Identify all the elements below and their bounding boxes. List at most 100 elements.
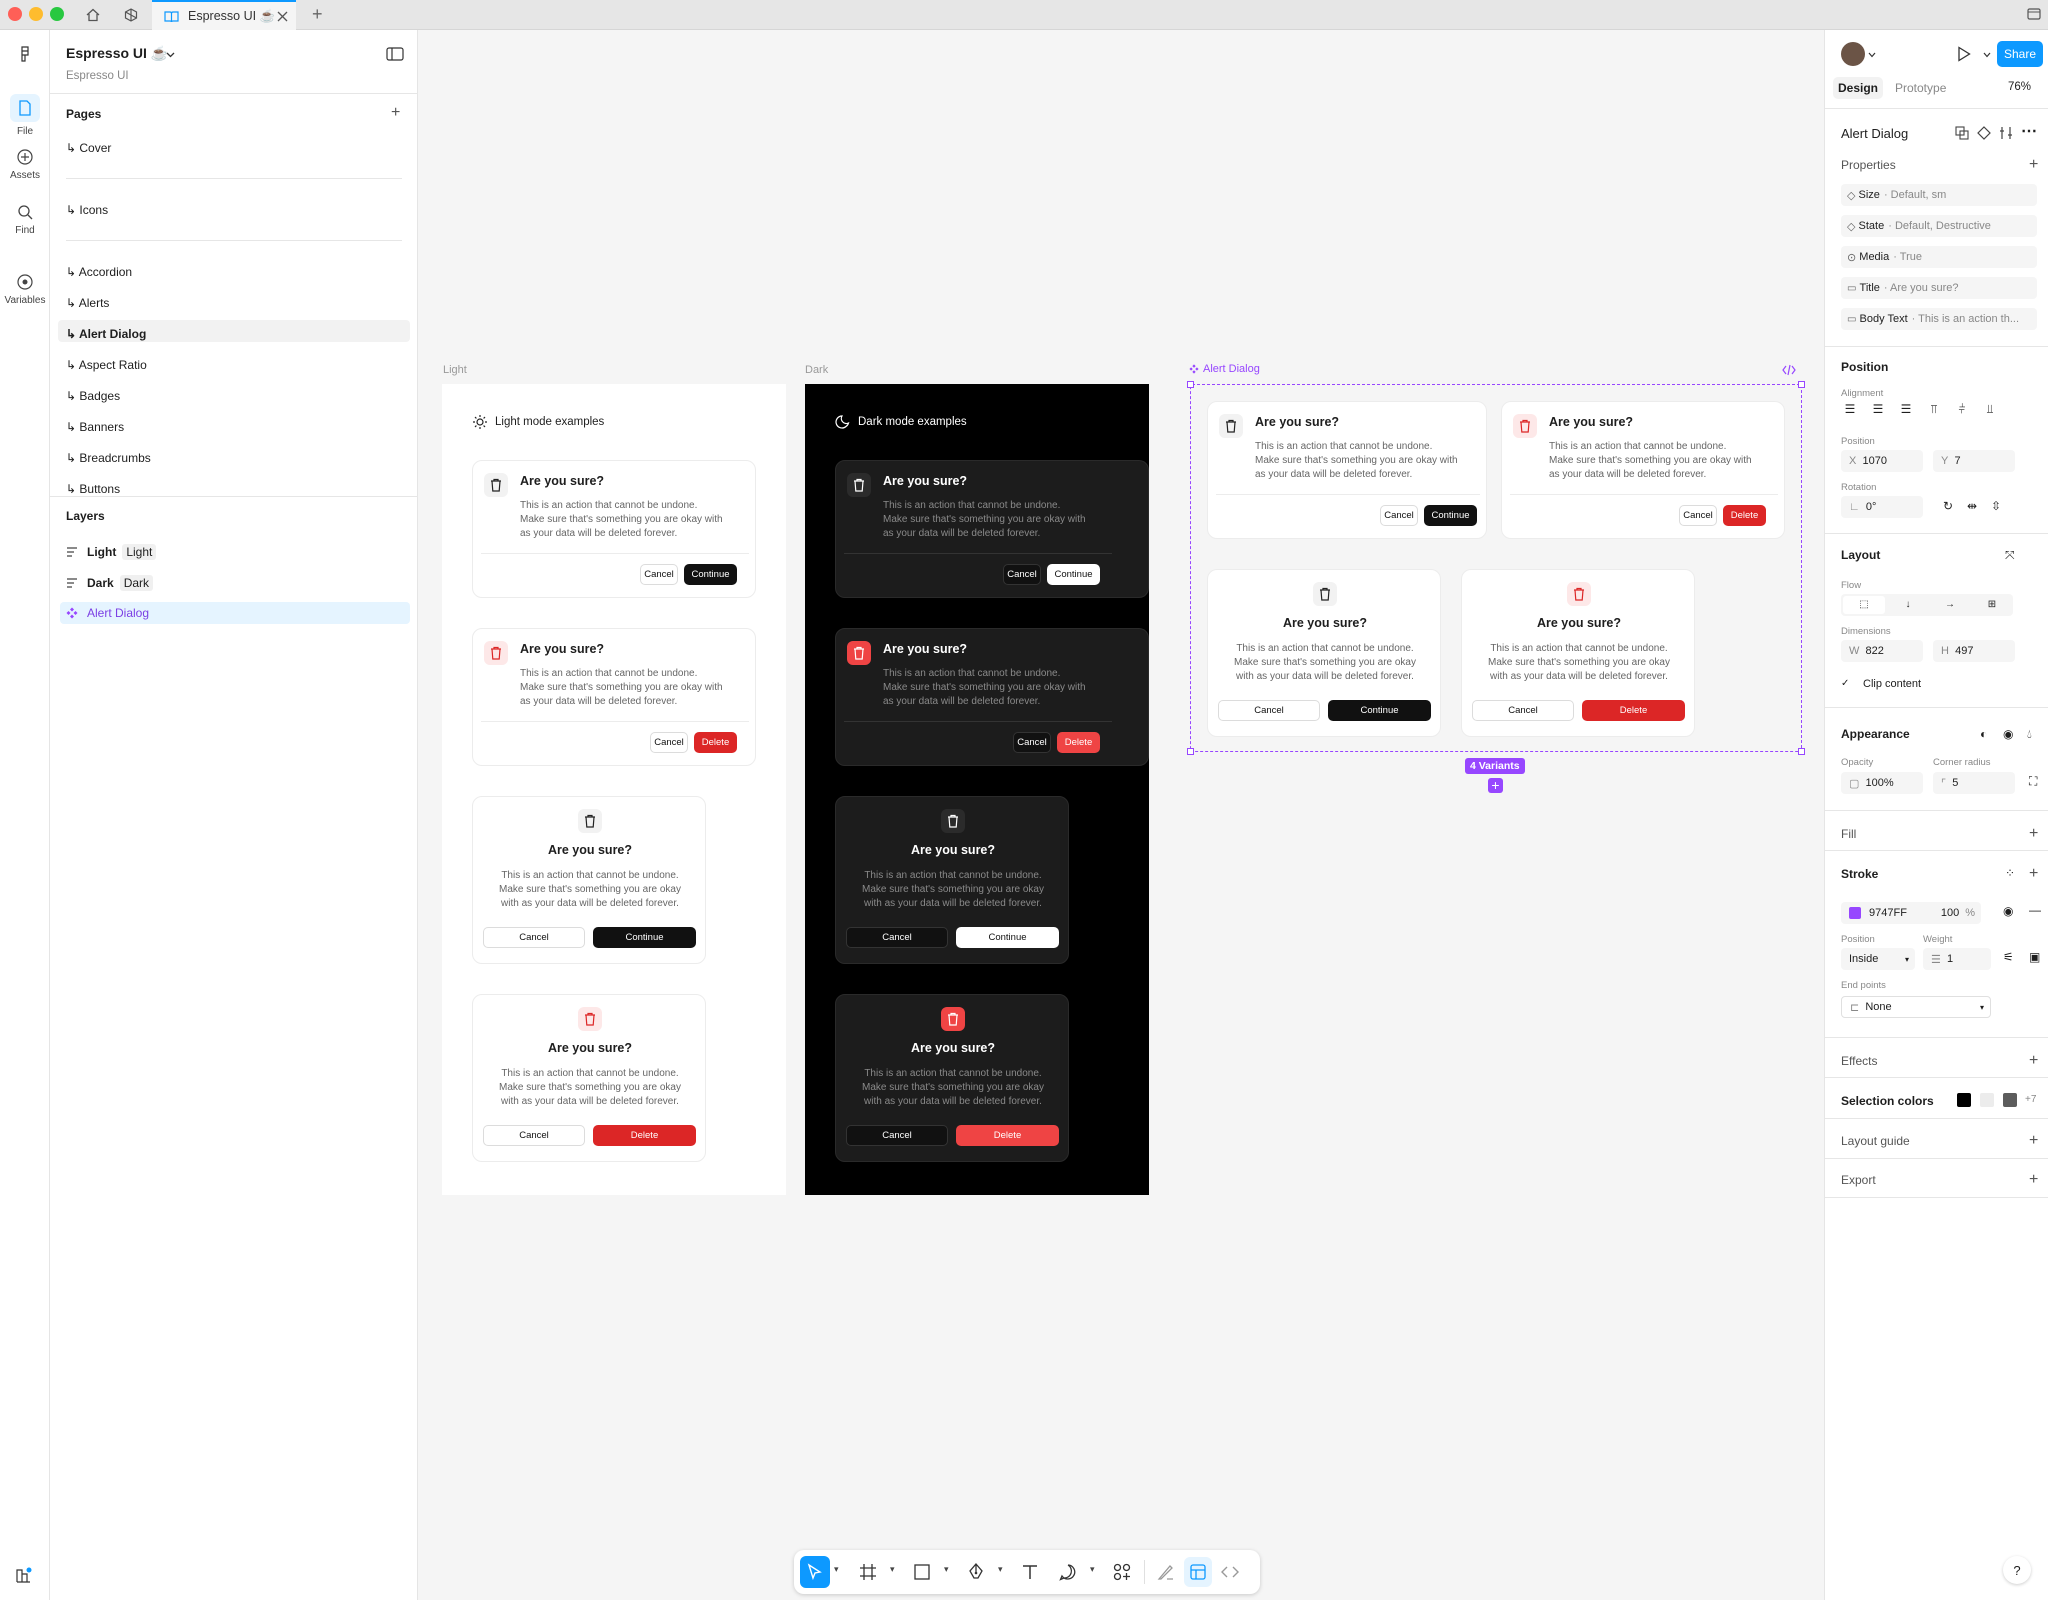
end-points-select[interactable]: ⊏ None ▾ bbox=[1841, 996, 1991, 1018]
avatar[interactable] bbox=[1841, 42, 1865, 66]
file-name[interactable]: Espresso UI ☕ bbox=[66, 45, 168, 62]
page-buttons[interactable]: ↳ Buttons bbox=[66, 482, 120, 496]
corner-radius-input[interactable]: ⌜ 5 bbox=[1933, 772, 2015, 794]
alert-dialog-card-dark-sm[interactable]: Are you sure? This is an action that can… bbox=[835, 994, 1069, 1162]
comment-tool-icon[interactable] bbox=[1058, 1562, 1078, 1582]
draw-mode-icon[interactable] bbox=[1156, 1562, 1176, 1582]
add-variant-button[interactable]: + bbox=[1488, 778, 1503, 793]
prop-media[interactable]: ⊙ Media · True bbox=[1841, 246, 2037, 268]
align-middle-v-icon[interactable]: ⫩ bbox=[1953, 402, 1971, 420]
independent-corners-icon[interactable]: ⛶ bbox=[2029, 774, 2037, 789]
resize-to-fit-icon[interactable]: ⤧ bbox=[2005, 548, 2015, 563]
design-mode-icon[interactable] bbox=[1188, 1562, 1208, 1582]
tab-design[interactable]: Design bbox=[1833, 77, 1883, 99]
canvas[interactable]: Light Dark Alert Dialog Light mode examp… bbox=[419, 30, 1824, 1600]
add-fill-button[interactable]: + bbox=[2029, 826, 2038, 842]
add-effect-button[interactable]: + bbox=[2029, 1053, 2038, 1069]
continue-button[interactable]: Continue bbox=[1328, 700, 1431, 721]
cancel-button[interactable]: Cancel bbox=[483, 927, 585, 948]
help-button[interactable]: ? bbox=[2003, 1556, 2031, 1584]
cancel-button[interactable]: Cancel bbox=[1472, 700, 1574, 721]
actions-icon[interactable] bbox=[1112, 1562, 1132, 1582]
rectangle-tool-icon[interactable] bbox=[912, 1562, 932, 1582]
close-tab-icon[interactable] bbox=[277, 11, 288, 22]
chevron-down-icon[interactable]: ▾ bbox=[890, 1564, 895, 1575]
cancel-button[interactable]: Cancel bbox=[1679, 505, 1717, 526]
resources-icon[interactable] bbox=[14, 1566, 34, 1586]
tab-prototype[interactable]: Prototype bbox=[1895, 81, 1946, 95]
page-accordion[interactable]: ↳ Accordion bbox=[66, 265, 132, 279]
resize-handle[interactable] bbox=[1798, 748, 1805, 755]
text-tool-icon[interactable] bbox=[1020, 1562, 1040, 1582]
page-breadcrumbs[interactable]: ↳ Breadcrumbs bbox=[66, 451, 151, 465]
add-property-button[interactable]: + bbox=[2029, 157, 2038, 173]
style-grid-icon[interactable]: ⁘ bbox=[2005, 866, 2015, 880]
main-menu-icon[interactable] bbox=[15, 44, 35, 64]
height-input[interactable]: H 497 bbox=[1933, 640, 2015, 662]
align-top-icon[interactable]: ⫪ bbox=[1925, 402, 1943, 420]
color-swatch-black[interactable] bbox=[1957, 1093, 1971, 1107]
play-icon[interactable] bbox=[1957, 46, 1971, 62]
chevron-down-icon[interactable]: ▾ bbox=[834, 1564, 839, 1575]
chevron-down-icon[interactable] bbox=[1983, 52, 1991, 58]
continue-button[interactable]: Continue bbox=[684, 564, 737, 585]
prop-state[interactable]: ◇ State · Default, Destructive bbox=[1841, 215, 2037, 237]
code-icon[interactable] bbox=[1782, 364, 1796, 376]
delete-button[interactable]: Delete bbox=[956, 1125, 1059, 1146]
frame-tool-icon[interactable] bbox=[858, 1562, 878, 1582]
cancel-button[interactable]: Cancel bbox=[640, 564, 678, 585]
variable-mode-icon[interactable]: ◐ bbox=[1980, 727, 1987, 741]
prop-title[interactable]: ▭ Title · Are you sure? bbox=[1841, 277, 2037, 299]
add-export-button[interactable]: + bbox=[2029, 1172, 2038, 1188]
window-menu-icon[interactable] bbox=[2026, 6, 2042, 22]
delete-button[interactable]: Delete bbox=[694, 732, 737, 753]
page-cover[interactable]: ↳ Cover bbox=[66, 141, 111, 155]
variant-destructive[interactable]: Are you sure? This is an action that can… bbox=[1501, 401, 1785, 539]
page-alerts[interactable]: ↳ Alerts bbox=[66, 296, 109, 310]
adjust-icon[interactable] bbox=[1999, 126, 2013, 140]
more-colors[interactable]: +7 bbox=[2025, 1094, 2036, 1105]
new-tab-button[interactable]: + bbox=[312, 4, 323, 25]
stroke-color-input[interactable]: 9747FF 100 % bbox=[1841, 902, 1981, 924]
rail-find[interactable]: Find bbox=[0, 203, 50, 236]
zoom-window-button[interactable] bbox=[50, 7, 64, 21]
rail-variables[interactable]: Variables bbox=[0, 273, 50, 306]
minimize-window-button[interactable] bbox=[29, 7, 43, 21]
detach-icon[interactable] bbox=[1955, 126, 1969, 140]
alert-dialog-card-dark[interactable]: Are you sure? This is an action that can… bbox=[835, 460, 1149, 598]
add-layout-guide-button[interactable]: + bbox=[2029, 1133, 2038, 1149]
layer-alert-dialog[interactable]: Alert Dialog bbox=[66, 606, 149, 620]
delete-button[interactable]: Delete bbox=[1582, 700, 1685, 721]
variant-default[interactable]: Are you sure? This is an action that can… bbox=[1207, 401, 1487, 539]
cancel-button[interactable]: Cancel bbox=[1013, 732, 1051, 753]
cancel-button[interactable]: Cancel bbox=[1003, 564, 1041, 585]
chevron-down-icon[interactable] bbox=[1868, 52, 1876, 58]
delete-button[interactable]: Delete bbox=[593, 1125, 696, 1146]
stroke-position-select[interactable]: Inside ▾ bbox=[1841, 948, 1915, 970]
prop-body-text[interactable]: ▭ Body Text · This is an action th... bbox=[1841, 308, 2037, 330]
stroke-weight-input[interactable]: ☰ 1 bbox=[1923, 948, 1991, 970]
chevron-down-icon[interactable]: ▾ bbox=[998, 1564, 1003, 1575]
page-aspect-ratio[interactable]: ↳ Aspect Ratio bbox=[66, 358, 147, 372]
delete-button[interactable]: Delete bbox=[1057, 732, 1100, 753]
alert-dialog-card-dark[interactable]: Are you sure? This is an action that can… bbox=[835, 628, 1149, 766]
continue-button[interactable]: Continue bbox=[1047, 564, 1100, 585]
color-swatch-gray[interactable] bbox=[2003, 1093, 2017, 1107]
opacity-input[interactable]: ▢ 100% bbox=[1841, 772, 1923, 794]
page-icons[interactable]: ↳ Icons bbox=[66, 203, 108, 217]
sidebar-toggle-icon[interactable] bbox=[386, 46, 404, 62]
zoom-level[interactable]: 76% bbox=[2008, 81, 2031, 93]
frame-label-light[interactable]: Light bbox=[443, 364, 467, 376]
home-icon[interactable] bbox=[85, 7, 101, 23]
chevron-down-icon[interactable]: ▾ bbox=[1090, 1564, 1095, 1575]
flip-horizontal-icon[interactable]: ⇹ bbox=[1967, 499, 1977, 513]
frame-label-dark[interactable]: Dark bbox=[805, 364, 828, 376]
x-input[interactable]: X 1070 bbox=[1841, 450, 1923, 472]
layer-light[interactable]: Light Light bbox=[66, 544, 157, 560]
dark-frame[interactable]: Dark mode examples Are you sure? This is… bbox=[805, 384, 1149, 1195]
clip-content-checkbox[interactable]: ✓ Clip content bbox=[1841, 678, 1921, 690]
more-options-icon[interactable]: ⋯ bbox=[2021, 121, 2037, 141]
add-stroke-button[interactable]: + bbox=[2029, 866, 2038, 882]
cancel-button[interactable]: Cancel bbox=[1380, 505, 1418, 526]
frame-label-alert-dialog[interactable]: Alert Dialog bbox=[1189, 363, 1260, 375]
